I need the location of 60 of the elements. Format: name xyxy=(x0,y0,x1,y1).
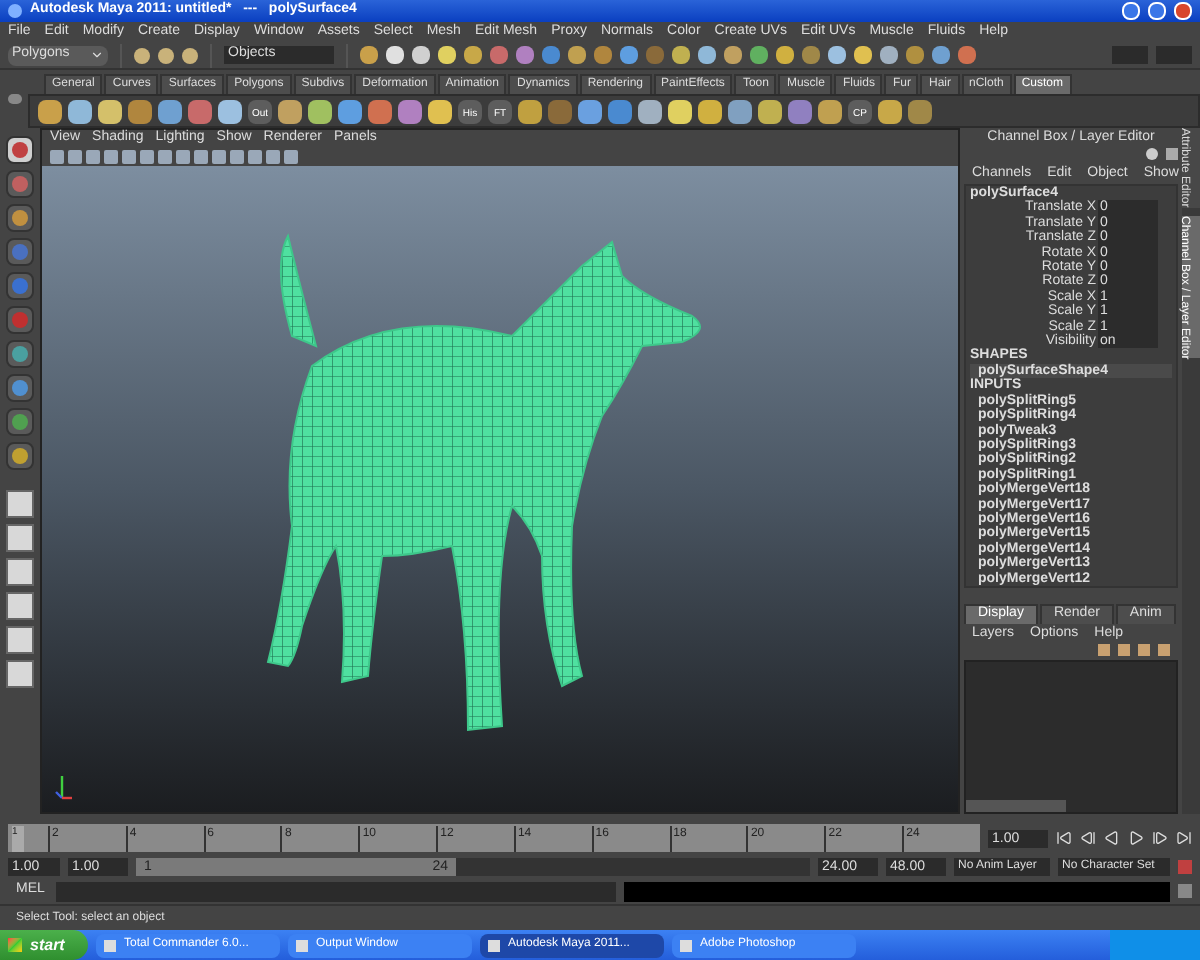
shelf-tool-icon[interactable] xyxy=(98,99,122,123)
layout-icon[interactable] xyxy=(6,490,34,518)
shelf-tool-icon[interactable] xyxy=(128,99,152,123)
tool-icon[interactable] xyxy=(6,340,34,368)
shelf-tool-icon[interactable] xyxy=(728,99,752,123)
step-forward-icon[interactable] xyxy=(1152,830,1168,846)
go-to-start-icon[interactable] xyxy=(1056,830,1072,846)
shelf-tool-icon[interactable] xyxy=(878,99,902,123)
app-icon xyxy=(296,939,308,951)
tool-icon[interactable] xyxy=(6,442,34,470)
command-input-field[interactable] xyxy=(56,881,616,901)
input-field[interactable] xyxy=(1156,46,1192,64)
shelf-tool-icon[interactable] xyxy=(368,99,392,123)
shelf-tool-icon[interactable] xyxy=(758,99,782,123)
tool-icon[interactable] xyxy=(6,136,34,164)
shelf-tool-icon[interactable] xyxy=(428,99,452,123)
play-icon[interactable] xyxy=(1128,830,1144,846)
shelf-tool-icon[interactable] xyxy=(278,99,302,123)
step-back-icon[interactable] xyxy=(1080,830,1096,846)
shelf-tool-icon[interactable] xyxy=(518,99,542,123)
tool-icon[interactable] xyxy=(6,374,34,402)
maximize-button[interactable] xyxy=(1148,2,1166,20)
close-button[interactable] xyxy=(1174,2,1192,20)
shelf-tool-icon[interactable] xyxy=(638,99,662,123)
shelf-tool-icon[interactable] xyxy=(338,99,362,123)
shelf-tool-icon[interactable] xyxy=(908,99,932,123)
app-icon xyxy=(488,939,500,951)
minimize-button[interactable] xyxy=(1122,2,1140,20)
shelf-tool-icon[interactable] xyxy=(668,99,692,123)
app-icon xyxy=(104,939,116,951)
layout-icon[interactable] xyxy=(6,660,34,688)
layout-icon[interactable] xyxy=(6,626,34,654)
shelf-tool-icon[interactable] xyxy=(68,99,92,123)
shelf-tool-icon[interactable] xyxy=(578,99,602,123)
perspective-viewport[interactable] xyxy=(42,166,958,812)
shelf-menu-icon[interactable] xyxy=(7,94,21,104)
tool-icon[interactable] xyxy=(6,408,34,436)
shelf-tool-icon[interactable] xyxy=(38,99,62,123)
shelf-tool-icon[interactable] xyxy=(188,99,212,123)
shelf-tool-icon[interactable] xyxy=(398,99,422,123)
caret-icon xyxy=(90,48,104,62)
shelf-tool-icon[interactable] xyxy=(818,99,842,123)
play-backwards-icon[interactable] xyxy=(1104,830,1120,846)
input-field[interactable] xyxy=(1112,46,1148,64)
shelf-tool-icon[interactable] xyxy=(308,99,332,123)
layout-icon[interactable] xyxy=(6,524,34,552)
app-icon xyxy=(680,939,692,951)
system-tray xyxy=(1110,930,1200,960)
layout-icon[interactable] xyxy=(6,558,34,586)
shelf-tool-icon[interactable] xyxy=(608,99,632,123)
layout-icon[interactable] xyxy=(6,592,34,620)
shelf-tool-icon[interactable] xyxy=(788,99,812,123)
shelf-tool-icon[interactable] xyxy=(158,99,182,123)
shelf-tool-icon[interactable] xyxy=(218,99,242,123)
scroll-bar[interactable] xyxy=(966,800,1066,812)
shelf-tool-icon[interactable] xyxy=(698,99,722,123)
go-to-end-icon[interactable] xyxy=(1176,830,1192,846)
axis-icon xyxy=(54,772,74,800)
tool-icon[interactable] xyxy=(6,204,34,232)
app-icon xyxy=(8,4,22,18)
